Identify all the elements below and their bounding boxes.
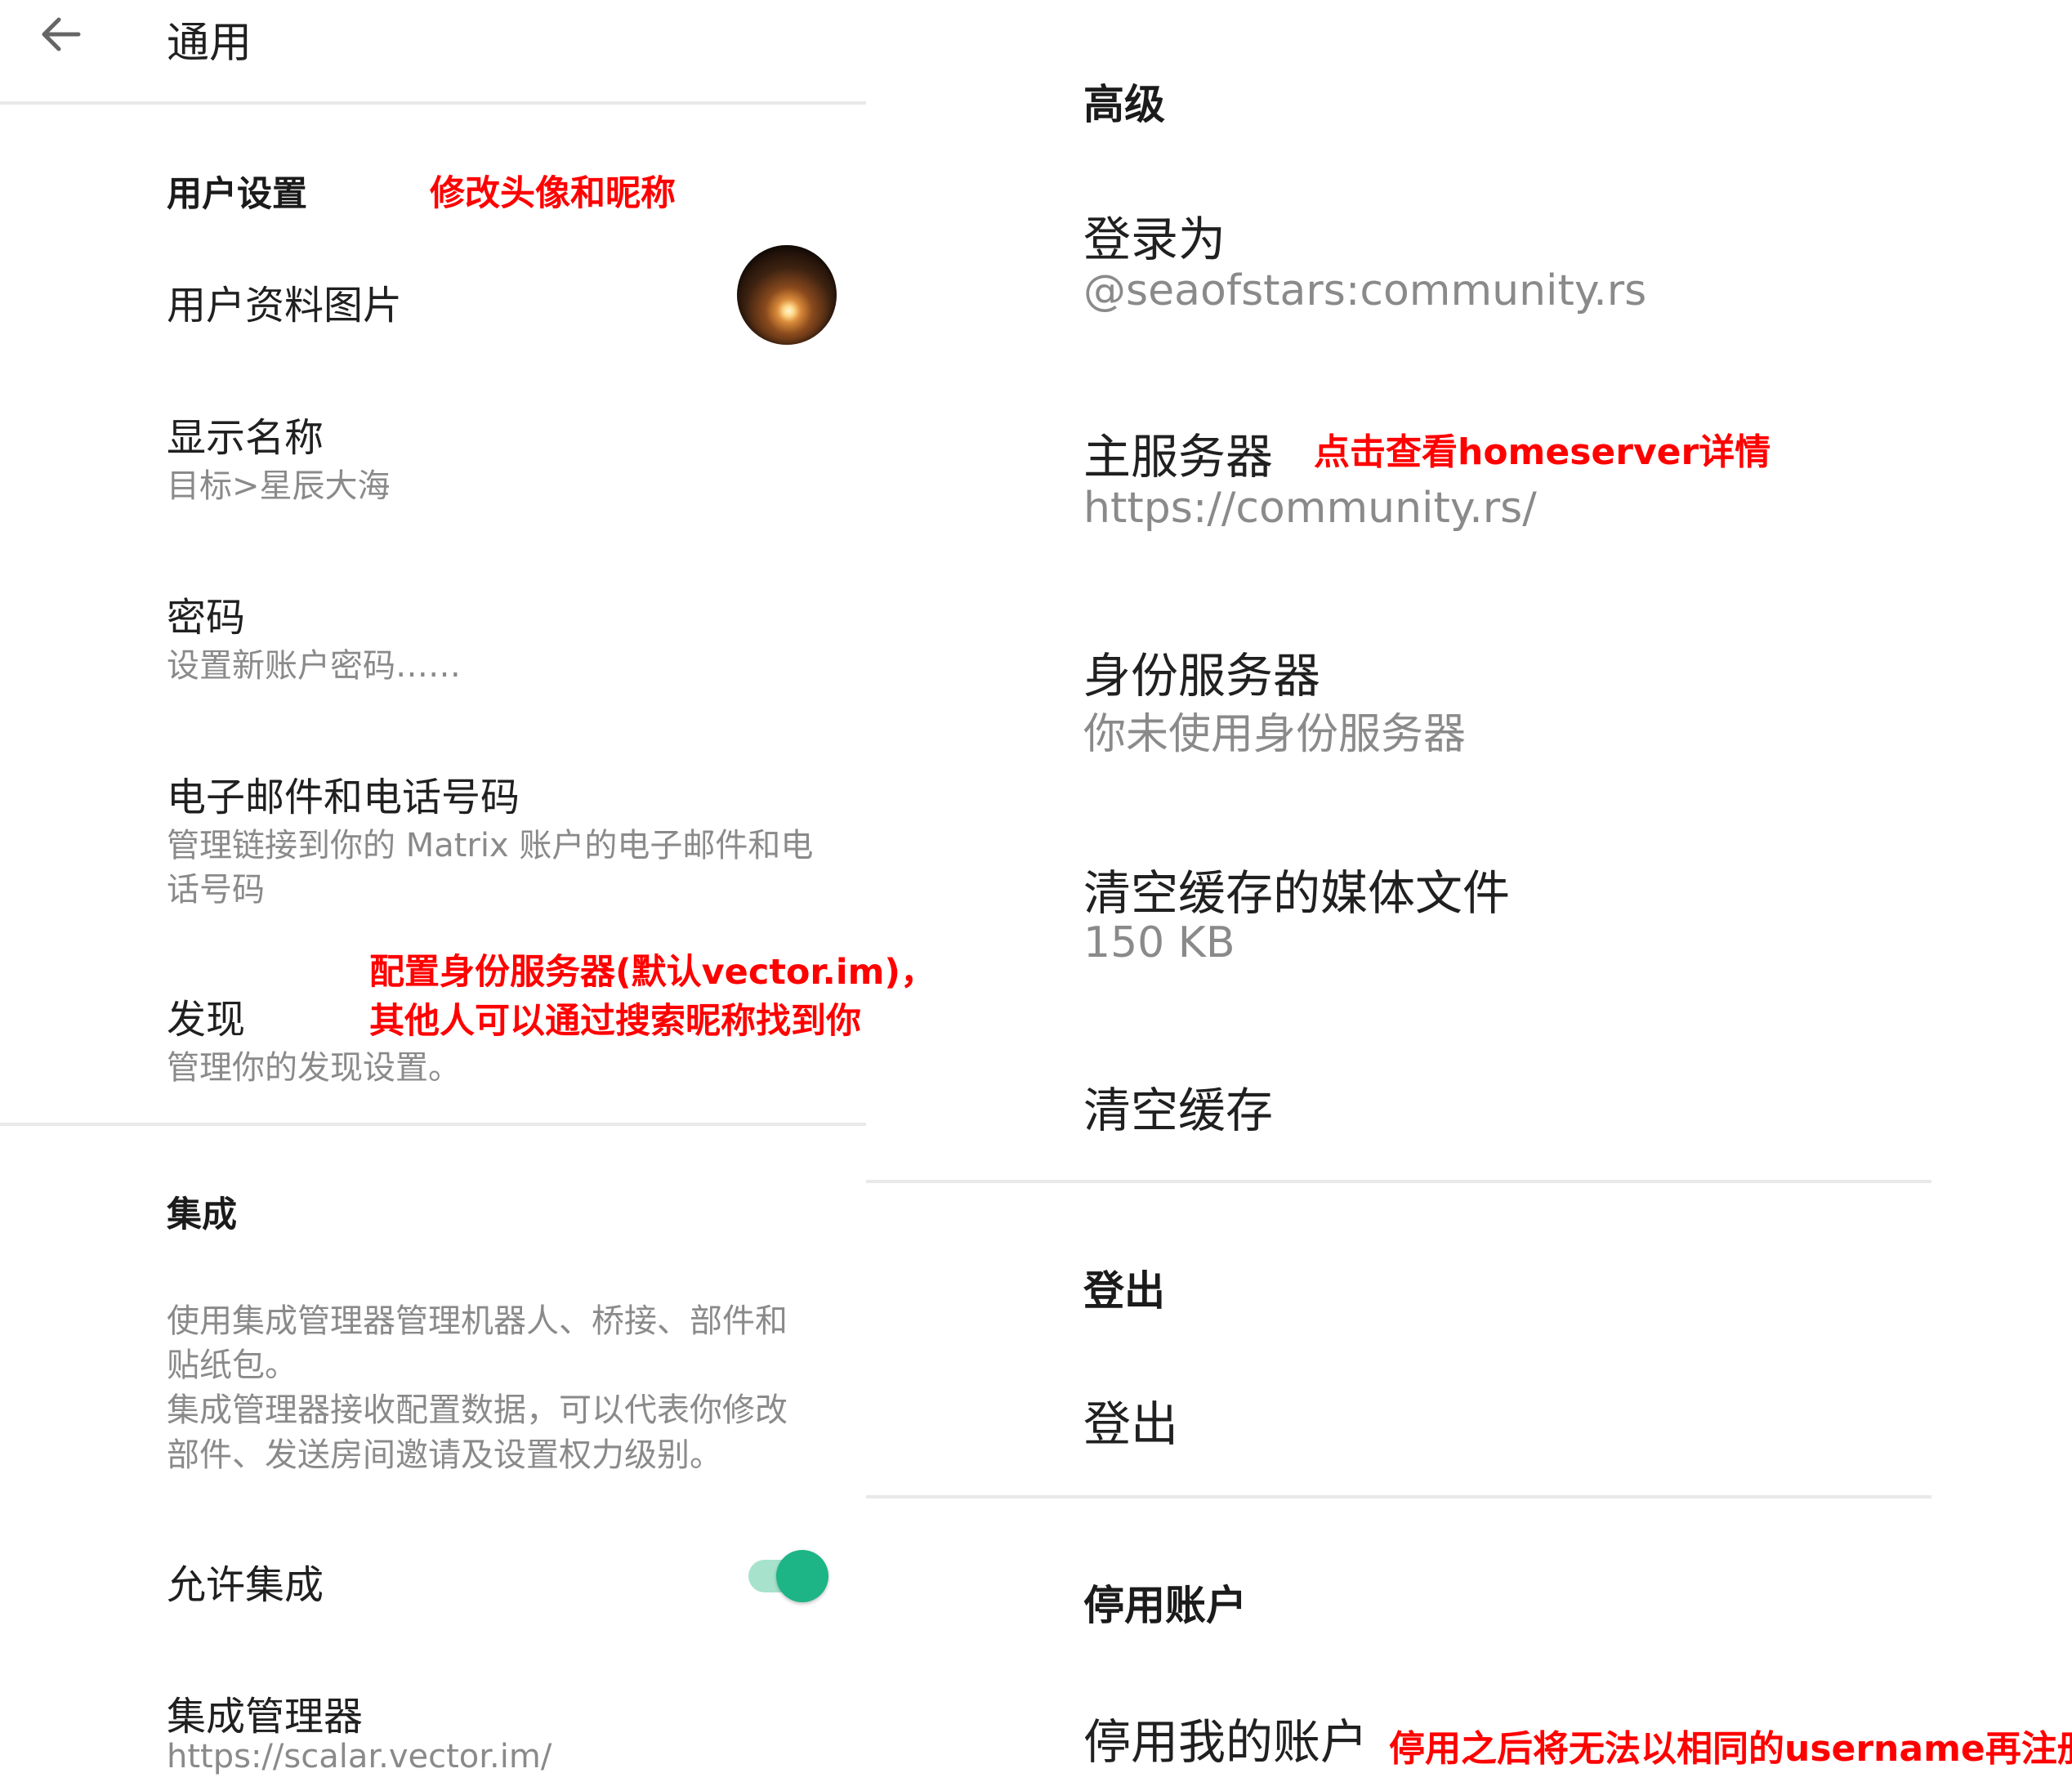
- annotation-avatar-nickname: 修改头像和昵称: [430, 173, 676, 214]
- clear-media-cache-size: 150 KB: [1083, 918, 1235, 967]
- page-title: 通用: [167, 19, 252, 68]
- section-title-deactivate: 停用账户: [1083, 1582, 1247, 1629]
- section-title-integrations: 集成: [167, 1195, 237, 1235]
- integration-manager-label: 集成管理器: [167, 1694, 364, 1740]
- clear-cache-label: 清空缓存: [1083, 1083, 1274, 1138]
- homeserver-url: https://community.rs/: [1083, 484, 1537, 533]
- section-divider: [866, 1495, 1931, 1498]
- identity-server-label: 身份服务器: [1083, 648, 1321, 703]
- logged-in-as-label: 登录为: [1083, 212, 1226, 267]
- display-name-label: 显示名称: [167, 415, 324, 461]
- section-title-user-settings: 用户设置: [167, 174, 307, 215]
- identity-server-value: 你未使用身份服务器: [1083, 710, 1467, 759]
- section-divider: [866, 1180, 1931, 1183]
- toggle-knob: [776, 1550, 828, 1602]
- password-label: 密码: [167, 595, 246, 641]
- email-phone-label: 电子邮件和电话号码: [167, 775, 520, 820]
- display-name-value: 目标>星辰大海: [167, 467, 391, 505]
- section-divider: [0, 1123, 866, 1126]
- integrations-description-line4: 部件、发送房间邀请及设置权力级别。: [167, 1436, 722, 1474]
- discovery-label: 发现: [167, 997, 246, 1043]
- deactivate-account-label: 停用我的账户: [1083, 1714, 1369, 1770]
- integrations-description-line3: 集成管理器接收配置数据，可以代表你修改: [167, 1391, 788, 1429]
- homeserver-label: 主服务器: [1083, 429, 1274, 485]
- clear-media-cache-label: 清空缓存的媒体文件: [1083, 865, 1511, 921]
- email-phone-subtitle-line1: 管理链接到你的 Matrix 账户的电子邮件和电: [167, 827, 814, 864]
- integrations-description-line1: 使用集成管理器管理机器人、桥接、部件和: [167, 1302, 788, 1340]
- section-title-advanced: 高级: [1083, 81, 1165, 128]
- logged-in-as-value: @seaofstars:community.rs: [1083, 266, 1647, 315]
- annotation-deactivate: 停用之后将无法以相同的username再注册！: [1389, 1728, 2072, 1770]
- annotation-identity-server-line2: 其他人可以通过搜索昵称找到你: [369, 1001, 861, 1042]
- integration-manager-url: https://scalar.vector.im/: [167, 1738, 552, 1775]
- profile-picture-label: 用户资料图片: [167, 283, 403, 328]
- logout-label: 登出: [1083, 1396, 1179, 1452]
- password-subtitle: 设置新账户密码……: [167, 647, 461, 685]
- allow-integrations-label: 允许集成: [167, 1562, 324, 1608]
- header-divider: [0, 101, 866, 105]
- integrations-description-line2: 贴纸包。: [167, 1347, 297, 1384]
- annotation-identity-server-line1: 配置身份服务器(默认vector.im)，: [369, 952, 936, 993]
- section-title-logout: 登出: [1083, 1267, 1165, 1315]
- email-phone-subtitle-line2: 话号码: [167, 871, 265, 909]
- discovery-subtitle: 管理你的发现设置。: [167, 1049, 461, 1087]
- back-arrow-icon[interactable]: [36, 10, 85, 59]
- annotation-homeserver: 点击查看homeserver详情: [1314, 431, 1771, 473]
- avatar[interactable]: [737, 245, 837, 345]
